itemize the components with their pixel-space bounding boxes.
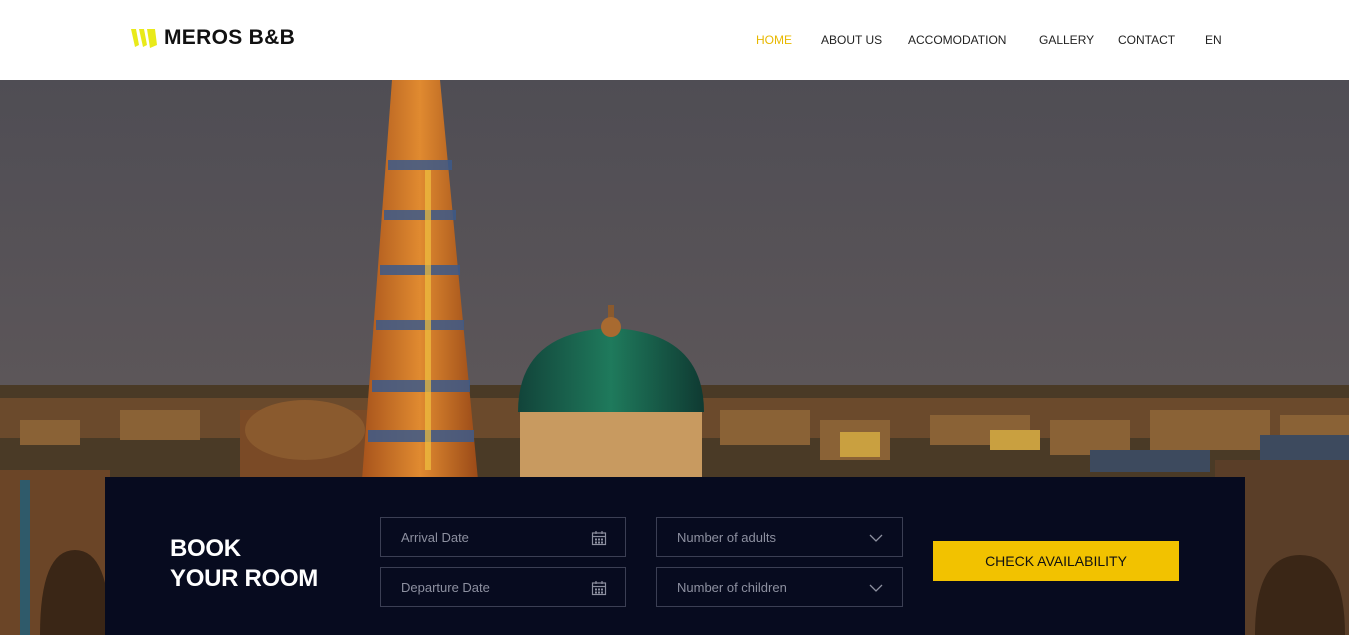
nav-home[interactable]: HOME <box>756 33 792 47</box>
booking-title-line-2: YOUR ROOM <box>170 565 318 592</box>
booking-title-line-1: BOOK <box>170 535 241 562</box>
main-nav: HOME ABOUT US ACCOMODATION GALLERY CONTA… <box>0 33 1349 49</box>
nav-about-us[interactable]: ABOUT US <box>821 33 882 47</box>
arrival-date-field[interactable]: Arrival Date <box>380 517 626 557</box>
calendar-icon <box>591 581 607 596</box>
chevron-down-icon <box>869 584 883 592</box>
departure-date-placeholder: Departure Date <box>401 580 490 595</box>
nav-language[interactable]: EN <box>1205 33 1222 47</box>
check-availability-button[interactable]: CHECK AVAILABILITY <box>933 541 1179 581</box>
adults-select-value: Number of adults <box>677 530 776 545</box>
arrival-date-placeholder: Arrival Date <box>401 530 469 545</box>
booking-panel: BOOK YOUR ROOM Arrival Date Departure Da… <box>105 477 1245 635</box>
nav-gallery[interactable]: GALLERY <box>1039 33 1094 47</box>
children-select-value: Number of children <box>677 580 787 595</box>
calendar-icon <box>591 531 607 546</box>
booking-title: BOOK YOUR ROOM <box>170 534 318 594</box>
nav-accomodation[interactable]: ACCOMODATION <box>908 33 1006 47</box>
departure-date-field[interactable]: Departure Date <box>380 567 626 607</box>
adults-select[interactable]: Number of adults <box>656 517 903 557</box>
children-select[interactable]: Number of children <box>656 567 903 607</box>
site-header: MEROS B&B HOME ABOUT US ACCOMODATION GAL… <box>0 0 1349 80</box>
chevron-down-icon <box>869 534 883 542</box>
nav-contact[interactable]: CONTACT <box>1118 33 1175 47</box>
